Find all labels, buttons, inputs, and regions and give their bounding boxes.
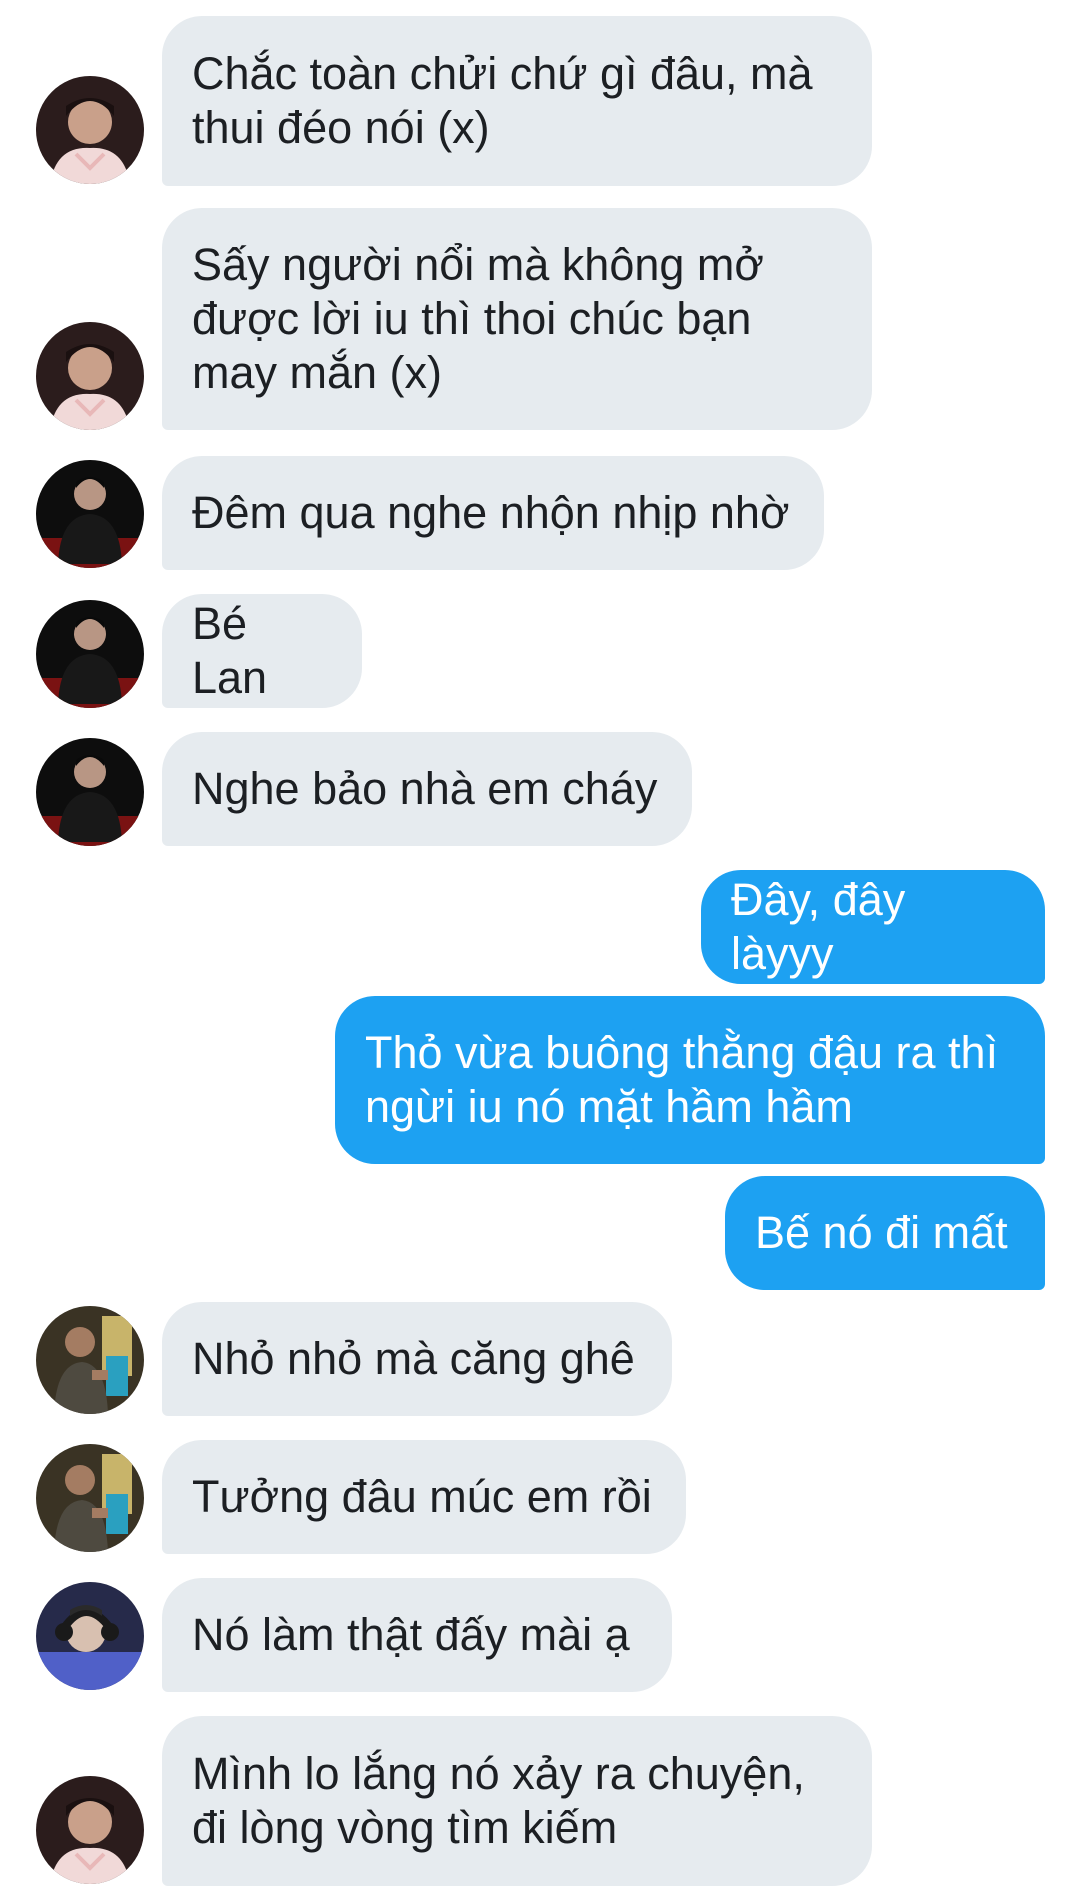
- message-text: Mình lo lắng nó xảy ra chuyện, đi lòng v…: [192, 1748, 805, 1853]
- avatar[interactable]: [36, 76, 144, 184]
- message-text: Nghe bảo nhà em cháy: [192, 763, 658, 814]
- message-text: Bế nó đi mất: [755, 1207, 1008, 1258]
- message-bubble[interactable]: Đây, đây làyyy: [701, 870, 1045, 984]
- message-bubble[interactable]: Nó làm thật đấy mài ạ: [162, 1578, 672, 1692]
- avatar-pink-jacket-icon: [36, 322, 144, 430]
- avatar-pink-jacket-icon: [36, 76, 144, 184]
- avatar-gym-icon: [36, 1444, 144, 1552]
- avatar[interactable]: [36, 1776, 144, 1884]
- message-bubble[interactable]: Thỏ vừa buông thằng đậu ra thì ngừi iu n…: [335, 996, 1045, 1164]
- avatar[interactable]: [36, 738, 144, 846]
- message-text: Sấy người nổi mà không mở được lời iu th…: [192, 239, 764, 398]
- message-text: Chắc toàn chửi chứ gì đâu, mà thui đéo n…: [192, 48, 813, 153]
- avatar[interactable]: [36, 1306, 144, 1414]
- avatar[interactable]: [36, 322, 144, 430]
- message-text: Thỏ vừa buông thằng đậu ra thì ngừi iu n…: [365, 1027, 999, 1132]
- avatar-black-outfit-icon: [36, 738, 144, 846]
- message-bubble[interactable]: Nghe bảo nhà em cháy: [162, 732, 692, 846]
- avatar-pink-jacket-icon: [36, 1776, 144, 1884]
- avatar[interactable]: [36, 600, 144, 708]
- message-text: Tưởng đâu múc em rồi: [192, 1471, 652, 1522]
- avatar-black-outfit-icon: [36, 460, 144, 568]
- message-text: Nhỏ nhỏ mà căng ghê: [192, 1333, 635, 1384]
- message-text: Nó làm thật đấy mài ạ: [192, 1609, 630, 1660]
- message-bubble[interactable]: Mình lo lắng nó xảy ra chuyện, đi lòng v…: [162, 1716, 872, 1886]
- avatar[interactable]: [36, 460, 144, 568]
- message-text: Đêm qua nghe nhộn nhịp nhờ: [192, 487, 790, 538]
- message-bubble[interactable]: Tưởng đâu múc em rồi: [162, 1440, 686, 1554]
- message-bubble[interactable]: Sấy người nổi mà không mở được lời iu th…: [162, 208, 872, 430]
- message-bubble[interactable]: Bế nó đi mất: [725, 1176, 1045, 1290]
- message-bubble[interactable]: Bé Lan: [162, 594, 362, 708]
- avatar[interactable]: [36, 1582, 144, 1690]
- avatar-headphones-icon: [36, 1582, 144, 1690]
- avatar[interactable]: [36, 1444, 144, 1552]
- message-bubble[interactable]: Đêm qua nghe nhộn nhịp nhờ: [162, 456, 824, 570]
- message-text: Đây, đây làyyy: [731, 874, 906, 979]
- avatar-gym-icon: [36, 1306, 144, 1414]
- message-bubble[interactable]: Chắc toàn chửi chứ gì đâu, mà thui đéo n…: [162, 16, 872, 186]
- message-bubble[interactable]: Nhỏ nhỏ mà căng ghê: [162, 1302, 672, 1416]
- message-text: Bé Lan: [192, 598, 268, 703]
- avatar-black-outfit-icon: [36, 600, 144, 708]
- chat-thread: Chắc toàn chửi chứ gì đâu, mà thui đéo n…: [0, 0, 1073, 1891]
